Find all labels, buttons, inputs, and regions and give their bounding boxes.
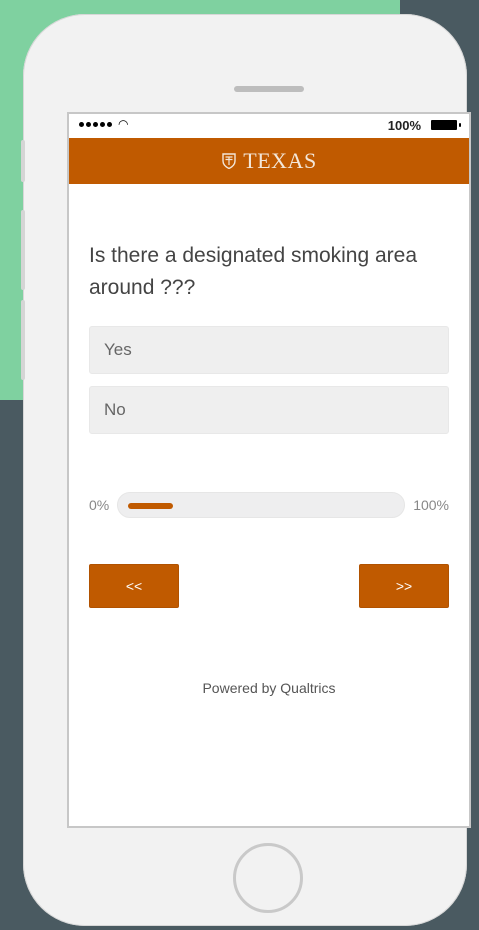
navigation-buttons: << >>: [89, 564, 449, 608]
status-bar: ◠ 100%: [69, 114, 469, 138]
phone-speaker: [234, 86, 304, 92]
progress-track: [117, 492, 406, 518]
progress-fill: [128, 503, 174, 509]
choice-yes[interactable]: Yes: [89, 326, 449, 374]
brand-header: TEXAS: [69, 138, 469, 184]
powered-by-footer[interactable]: Powered by Qualtrics: [89, 680, 449, 696]
battery-percent: 100%: [387, 118, 421, 133]
question-text: Is there a designated smoking area aroun…: [89, 244, 418, 299]
battery-icon: [431, 120, 461, 130]
choice-label: No: [104, 400, 126, 419]
choice-label: Yes: [104, 340, 132, 359]
brand-name: TEXAS: [243, 148, 317, 173]
next-button[interactable]: >>: [359, 564, 449, 608]
mute-switch: [21, 140, 25, 182]
progress-start-label: 0%: [89, 497, 110, 513]
signal-strength: ◠: [79, 117, 129, 131]
progress-end-label: 100%: [413, 497, 449, 513]
shield-icon: [222, 153, 236, 169]
phone-screen: ◠ 100% TEXAS Is there a designated smoki…: [67, 112, 471, 828]
wifi-icon: ◠: [118, 117, 129, 131]
progress-bar: 0% 100%: [89, 492, 449, 518]
volume-down-button: [21, 300, 25, 380]
survey-content: Is there a designated smoking area aroun…: [69, 184, 469, 696]
back-button[interactable]: <<: [89, 564, 179, 608]
home-button[interactable]: [233, 843, 303, 913]
choice-no[interactable]: No: [89, 386, 449, 434]
phone-frame: ◠ 100% TEXAS Is there a designated smoki…: [21, 14, 471, 926]
volume-up-button: [21, 210, 25, 290]
